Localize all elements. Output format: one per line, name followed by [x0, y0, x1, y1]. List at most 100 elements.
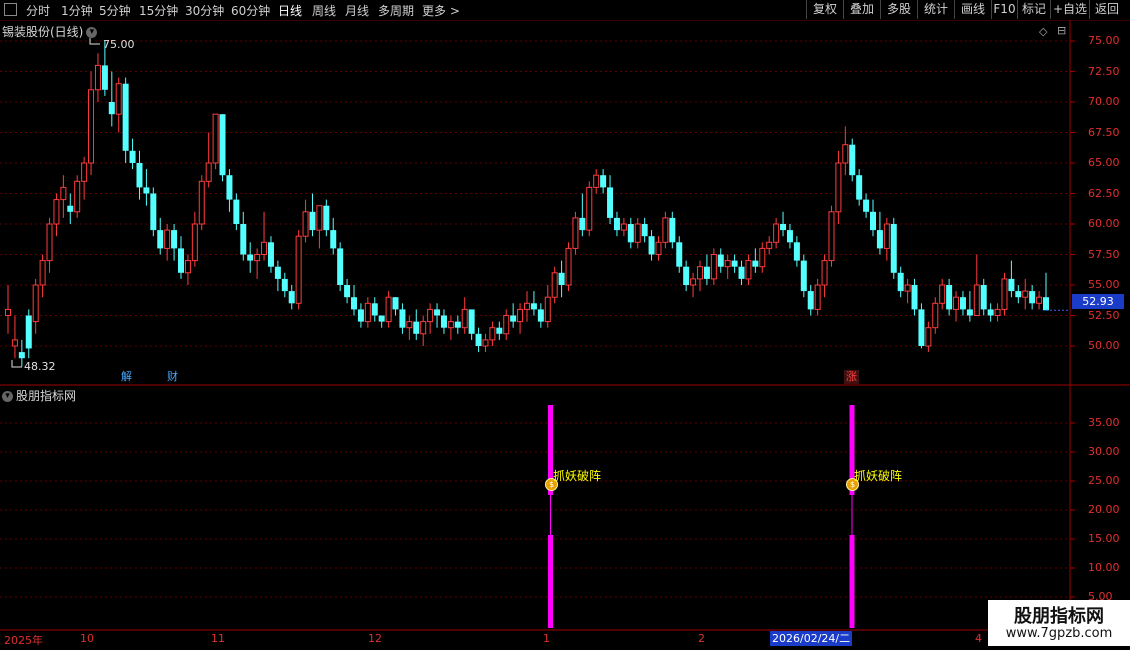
event-marker-rise[interactable]: 涨 — [844, 370, 859, 384]
candle-body — [434, 309, 441, 316]
candle-body — [925, 327, 932, 347]
candle-body — [447, 321, 454, 329]
candle-body — [157, 230, 164, 249]
candle-body — [351, 297, 357, 310]
candle-body — [613, 217, 620, 231]
candle-body — [946, 285, 953, 310]
candle-body — [662, 217, 669, 243]
candle-body — [897, 272, 904, 292]
candle-body — [876, 230, 883, 249]
x-label-feb: 2 — [698, 632, 705, 645]
candle-body — [773, 223, 780, 243]
candle-body — [461, 308, 468, 329]
candle-body — [586, 186, 593, 231]
candle-body — [544, 296, 551, 323]
candle-body — [870, 211, 876, 231]
candle-body — [1043, 297, 1049, 311]
candle-body — [973, 284, 980, 316]
candle-body — [710, 254, 717, 280]
candle-body — [731, 260, 738, 267]
candle-body — [994, 308, 1001, 316]
candle-body — [212, 113, 219, 164]
candle-body — [814, 284, 821, 310]
candle-body — [1001, 278, 1008, 310]
candle-body — [11, 339, 18, 347]
candle-body — [440, 315, 447, 328]
candle-body — [101, 65, 108, 90]
candle-body — [842, 144, 849, 164]
candle-body — [766, 241, 773, 249]
candle-body — [703, 266, 710, 279]
candle-body — [74, 180, 81, 213]
candle-body — [530, 303, 537, 310]
candle-body — [482, 339, 489, 347]
x-label-oct: 10 — [80, 632, 94, 645]
current-price-tag: 52.93 — [1072, 294, 1124, 309]
price-tick-label: 50.00 — [1088, 339, 1120, 352]
candle-body — [427, 308, 434, 323]
candle-body — [178, 248, 184, 273]
candle-body — [94, 64, 101, 91]
candle-body — [164, 229, 171, 249]
candle-body — [558, 272, 565, 285]
signal-bar-lower — [548, 535, 553, 628]
candle-body — [371, 303, 378, 316]
candle-body — [800, 260, 807, 292]
candle-body — [399, 309, 406, 328]
candle-body — [503, 315, 510, 335]
candle-body — [205, 162, 212, 182]
price-tick-label: 60.00 — [1088, 217, 1120, 230]
candle-body — [828, 211, 835, 262]
candle-body — [669, 217, 676, 243]
candle-body — [537, 309, 544, 322]
candle-body — [953, 296, 960, 310]
x-label-jan: 1 — [543, 632, 550, 645]
candle-body — [67, 205, 74, 212]
indicator-tick-label: 10.00 — [1088, 561, 1120, 574]
candle-body — [807, 291, 814, 310]
candle-body — [641, 224, 648, 237]
indicator-tick-label: 35.00 — [1088, 416, 1120, 429]
event-marker-finance[interactable]: 财 — [165, 370, 180, 384]
candle-body — [676, 242, 683, 267]
event-marker-unlock[interactable]: 解 — [119, 370, 134, 384]
candle-body — [53, 199, 60, 225]
candle-body — [551, 272, 558, 298]
price-tick-label: 75.00 — [1088, 34, 1120, 47]
candle-body — [607, 187, 614, 218]
indicator-tick-label: 30.00 — [1088, 445, 1120, 458]
candle-body — [745, 260, 752, 280]
candle-body — [330, 230, 337, 249]
high-price-label: 75.00 — [103, 38, 135, 51]
candle-body — [295, 235, 302, 304]
indicator-name: 股朋指标网 — [16, 389, 77, 403]
indicator-tick-label: 20.00 — [1088, 503, 1120, 516]
candle-body — [267, 242, 274, 267]
signal-bar-mid — [550, 495, 551, 535]
candle-body — [690, 278, 697, 286]
candle-body — [25, 315, 32, 349]
candle-body — [226, 175, 233, 200]
candle-body — [1015, 291, 1022, 298]
candle-body — [648, 236, 655, 255]
watermark-url: www.7gpzb.com — [1005, 626, 1113, 641]
candle-body — [344, 285, 351, 298]
candle-body — [593, 174, 600, 188]
candle-body — [309, 211, 316, 231]
candle-body — [697, 266, 703, 280]
candle-body — [496, 327, 503, 334]
candle-body — [385, 296, 392, 323]
candle-body — [32, 284, 39, 323]
price-tick-label: 70.00 — [1088, 95, 1120, 108]
chevron-down-icon[interactable]: ▾ — [2, 391, 13, 402]
signal-label: 抓妖破阵 — [854, 469, 903, 483]
price-tick-label: 72.50 — [1088, 64, 1120, 78]
indicator-title: ▾ 股朋指标网 — [2, 387, 76, 404]
x-label-nov: 11 — [211, 632, 225, 645]
chart-canvas[interactable] — [0, 0, 1130, 650]
price-tick-label: 62.50 — [1088, 186, 1120, 200]
candle-body — [932, 302, 939, 329]
candle-body — [454, 321, 461, 328]
candle-body — [959, 297, 966, 310]
candle-body — [240, 224, 247, 255]
